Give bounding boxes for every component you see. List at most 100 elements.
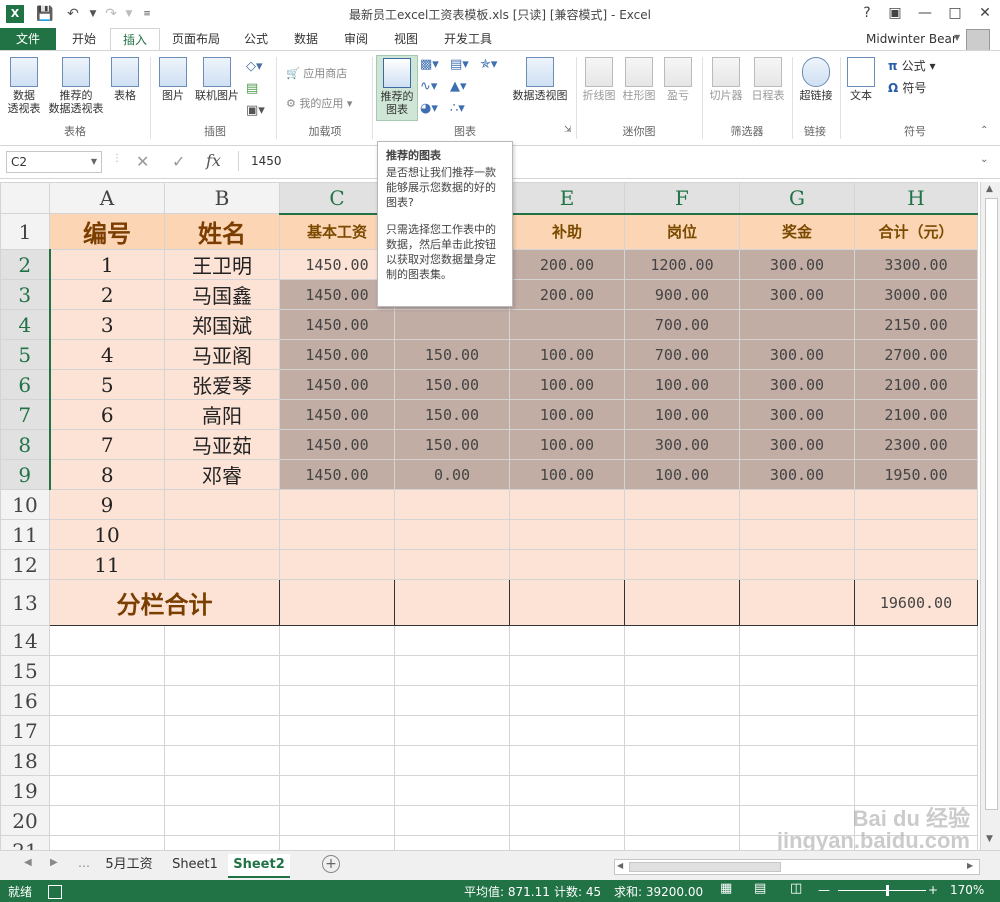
cell-f[interactable]: 100.00 [624, 459, 740, 490]
empty-cell[interactable] [49, 715, 165, 746]
add-sheet-icon[interactable]: + [322, 855, 340, 873]
row-header[interactable]: 19 [0, 775, 50, 806]
pivot-chart-button[interactable]: 数据透视图 [510, 57, 570, 102]
row-header[interactable]: 18 [0, 745, 50, 776]
empty-cell[interactable] [624, 625, 740, 656]
insert-function-icon[interactable]: fx [206, 151, 221, 170]
header-cell-position[interactable]: 岗位 [624, 213, 740, 250]
cell-h[interactable]: 1950.00 [854, 459, 978, 490]
tab-view[interactable]: 视图 [384, 28, 428, 50]
row-header[interactable]: 5 [0, 339, 51, 370]
enter-icon[interactable]: ✓ [172, 152, 185, 171]
empty-cell[interactable] [854, 745, 978, 776]
cell-id[interactable]: 3 [49, 309, 165, 340]
maximize-button[interactable]: □ [940, 0, 970, 26]
tab-formulas[interactable]: 公式 [234, 28, 278, 50]
close-button[interactable]: ✕ [970, 0, 1000, 26]
row-header[interactable]: 11 [0, 519, 50, 550]
empty-cell[interactable] [624, 685, 740, 716]
cell-c[interactable]: 1450.00 [279, 369, 395, 400]
ribbon-display-icon[interactable]: ▣ [880, 0, 910, 26]
tab-page-layout[interactable]: 页面布局 [164, 28, 228, 50]
empty-cell[interactable] [49, 745, 165, 776]
picture-button[interactable]: 图片 [156, 57, 190, 102]
scroll-thumb[interactable] [985, 198, 998, 810]
online-picture-button[interactable]: 联机图片 [192, 57, 242, 102]
cell-id[interactable]: 5 [49, 369, 165, 400]
empty-cell[interactable] [854, 715, 978, 746]
cell-c[interactable] [279, 489, 395, 520]
empty-cell[interactable] [509, 625, 625, 656]
empty-cell[interactable] [624, 805, 740, 836]
cell-id[interactable]: 2 [49, 279, 165, 310]
row-header[interactable]: 15 [0, 655, 50, 686]
cell-f[interactable]: 100.00 [624, 369, 740, 400]
empty-cell[interactable] [739, 745, 855, 776]
scroll-left-icon[interactable]: ◀ [617, 861, 623, 870]
column-header-h[interactable]: H [854, 182, 978, 215]
macro-record-icon[interactable] [48, 885, 62, 899]
cell-f[interactable] [624, 489, 740, 520]
cell-name[interactable] [164, 489, 280, 520]
avatar[interactable] [966, 29, 990, 51]
empty-cell[interactable] [394, 655, 510, 686]
grand-total-cell[interactable]: 19600.00 [854, 579, 978, 626]
row-header[interactable]: 9 [0, 459, 51, 490]
cell-c[interactable]: 1450.00 [279, 429, 395, 460]
my-apps-button[interactable]: ⚙ 我的应用 ▾ [286, 95, 352, 111]
row-header[interactable]: 14 [0, 625, 50, 656]
row-header[interactable]: 3 [0, 279, 51, 310]
cell-g[interactable] [739, 309, 855, 340]
minimize-button[interactable]: — [910, 0, 940, 26]
table-button[interactable]: 表格 [108, 57, 142, 102]
text-button[interactable]: 文本 [844, 57, 878, 102]
cell-name[interactable]: 邓睿 [164, 459, 280, 490]
tab-review[interactable]: 审阅 [334, 28, 378, 50]
empty-cell[interactable] [624, 835, 740, 850]
empty-cell[interactable] [394, 685, 510, 716]
cell-g[interactable] [739, 489, 855, 520]
other-charts-icon[interactable]: ✯▾ [480, 57, 497, 72]
empty-cell[interactable] [394, 775, 510, 806]
header-cell-id[interactable]: 编号 [49, 213, 165, 250]
cell-f[interactable]: 300.00 [624, 429, 740, 460]
cell-id[interactable]: 8 [49, 459, 165, 490]
page-layout-view-icon[interactable]: ▤ [754, 881, 766, 896]
name-box[interactable]: C2 ▼ [6, 151, 102, 173]
cell-name[interactable]: 马亚阁 [164, 339, 280, 370]
prev-sheet-icon[interactable]: ◀ [24, 857, 32, 868]
scroll-right-icon[interactable]: ▶ [967, 861, 973, 870]
select-all-button[interactable] [0, 182, 50, 214]
empty-cell[interactable] [509, 655, 625, 686]
empty-cell[interactable] [509, 745, 625, 776]
cell-h[interactable]: 3000.00 [854, 279, 978, 310]
cell-d[interactable] [394, 519, 510, 550]
cell-g[interactable]: 300.00 [739, 429, 855, 460]
empty-cell[interactable] [164, 715, 280, 746]
help-button[interactable]: ? [852, 0, 882, 26]
cell-name[interactable]: 郑国斌 [164, 309, 280, 340]
column-header-e[interactable]: E [509, 182, 625, 215]
cell-e[interactable]: 200.00 [509, 249, 625, 280]
zoom-level[interactable]: 170% [950, 883, 984, 897]
zoom-out-icon[interactable]: — [818, 883, 830, 897]
formula-input[interactable]: 1450 [238, 151, 979, 171]
empty-cell[interactable] [164, 835, 280, 850]
cell-h[interactable]: 2100.00 [854, 399, 978, 430]
empty-cell[interactable] [854, 625, 978, 656]
hscroll-thumb[interactable] [629, 862, 781, 872]
cell-f[interactable]: 100.00 [624, 399, 740, 430]
cell-g[interactable]: 300.00 [739, 339, 855, 370]
zoom-slider-thumb[interactable] [886, 885, 889, 896]
row-header[interactable]: 2 [0, 249, 51, 280]
cell-g[interactable]: 300.00 [739, 399, 855, 430]
tab-developer[interactable]: 开发工具 [434, 28, 502, 50]
header-cell-bonus[interactable]: 奖金 [739, 213, 855, 250]
cell-f[interactable] [624, 519, 740, 550]
horizontal-scrollbar[interactable]: ◀ ▶ [614, 859, 980, 875]
row-header[interactable]: 4 [0, 309, 51, 340]
row-header[interactable]: 21 [0, 835, 50, 850]
row-header[interactable]: 16 [0, 685, 50, 716]
row-header[interactable]: 13 [0, 579, 50, 626]
empty-cell[interactable] [279, 835, 395, 850]
